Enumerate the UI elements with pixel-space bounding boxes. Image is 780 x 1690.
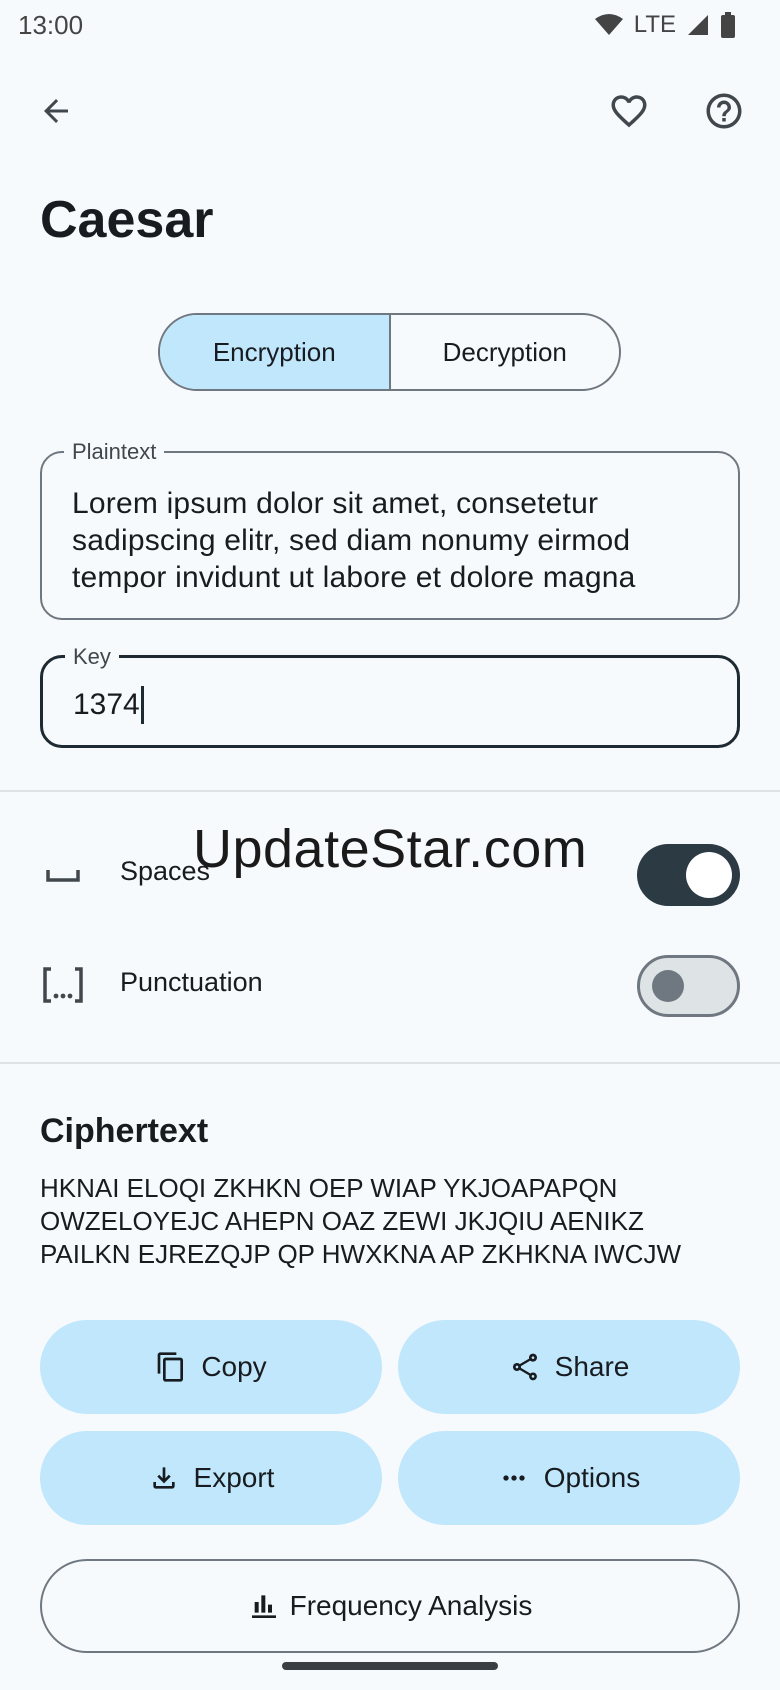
home-indicator[interactable] [282, 1662, 498, 1670]
export-label: Export [193, 1462, 275, 1493]
battery-icon [720, 12, 736, 38]
mode-segmented-control: Encryption Decryption [158, 313, 621, 391]
copy-button[interactable]: Copy [40, 1320, 382, 1414]
watermark-text: UpdateStar.com [193, 819, 588, 879]
share-label: Share [554, 1351, 630, 1382]
network-type: LTE [633, 11, 676, 38]
segment-encryption[interactable]: Encryption [160, 315, 391, 389]
divider [0, 1062, 780, 1064]
status-bar: 13:00 LTE [0, 0, 780, 50]
ciphertext-line: OWZELOYEJC AHEPN OAZ ZEWI JKJQIU AENIKZ [40, 1206, 644, 1236]
plaintext-line: sadipscing elitr, sed diam nonumy eirmod [72, 524, 631, 557]
heart-outline-icon [608, 90, 650, 132]
frequency-analysis-label: Frequency Analysis [289, 1590, 533, 1621]
options-label: Options [543, 1462, 641, 1493]
space-bar-icon [40, 854, 86, 894]
share-button[interactable]: Share [398, 1320, 740, 1414]
punctuation-option-row[interactable]: Punctuation [0, 947, 780, 1017]
key-label: Key [65, 644, 119, 670]
switch-thumb [652, 970, 684, 1002]
export-button[interactable]: Export [40, 1431, 382, 1525]
key-input[interactable]: 1374 [73, 686, 144, 724]
plaintext-line: tempor invidunt ut labore et dolore magn… [72, 561, 636, 594]
switch-thumb [686, 852, 732, 898]
ciphertext-output: HKNAI ELOQI ZKHKN OEP WIAP YKJOAPAPQN OW… [40, 1172, 740, 1271]
page-title: Caesar [40, 191, 214, 249]
wifi-icon [594, 13, 624, 37]
divider [0, 790, 780, 792]
bracket-ellipsis-icon [40, 965, 86, 1005]
plaintext-field[interactable]: Plaintext Lorem ipsum dolor sit amet, co… [40, 439, 740, 620]
frequency-analysis-button[interactable]: Frequency Analysis [40, 1559, 740, 1653]
key-field[interactable]: Key 1374 [40, 644, 740, 748]
help-circle-icon [703, 90, 745, 132]
punctuation-switch[interactable] [637, 955, 740, 1017]
ciphertext-title: Ciphertext [40, 1112, 209, 1150]
plaintext-value[interactable]: Lorem ipsum dolor sit amet, consetetur s… [72, 485, 714, 596]
copy-icon [155, 1351, 187, 1383]
ciphertext-line: PAILKN EJREZQJP QP HWXKNA AP ZKHKNA IWCJ… [40, 1239, 681, 1269]
top-app-bar [0, 78, 780, 144]
signal-icon [686, 13, 710, 37]
plaintext-label: Plaintext [64, 439, 165, 465]
arrow-left-icon [38, 93, 74, 129]
text-caret [140, 686, 144, 724]
status-time: 13:00 [18, 9, 84, 40]
bar-chart-icon [248, 1590, 280, 1622]
spaces-switch[interactable] [637, 844, 740, 906]
options-button[interactable]: Options [398, 1431, 740, 1525]
segment-decryption[interactable]: Decryption [391, 315, 620, 389]
copy-label: Copy [201, 1351, 267, 1382]
key-value: 1374 [73, 688, 140, 721]
share-icon [509, 1351, 541, 1383]
favorite-button[interactable] [599, 81, 659, 141]
status-icons: LTE [594, 11, 736, 39]
plaintext-line: Lorem ipsum dolor sit amet, consetetur [72, 487, 599, 520]
back-button[interactable] [26, 81, 86, 141]
ciphertext-line: HKNAI ELOQI ZKHKN OEP WIAP YKJOAPAPQN [40, 1173, 618, 1203]
more-horizontal-icon [498, 1462, 530, 1494]
download-icon [148, 1462, 180, 1494]
punctuation-label: Punctuation [120, 967, 263, 997]
help-button[interactable] [694, 81, 754, 141]
